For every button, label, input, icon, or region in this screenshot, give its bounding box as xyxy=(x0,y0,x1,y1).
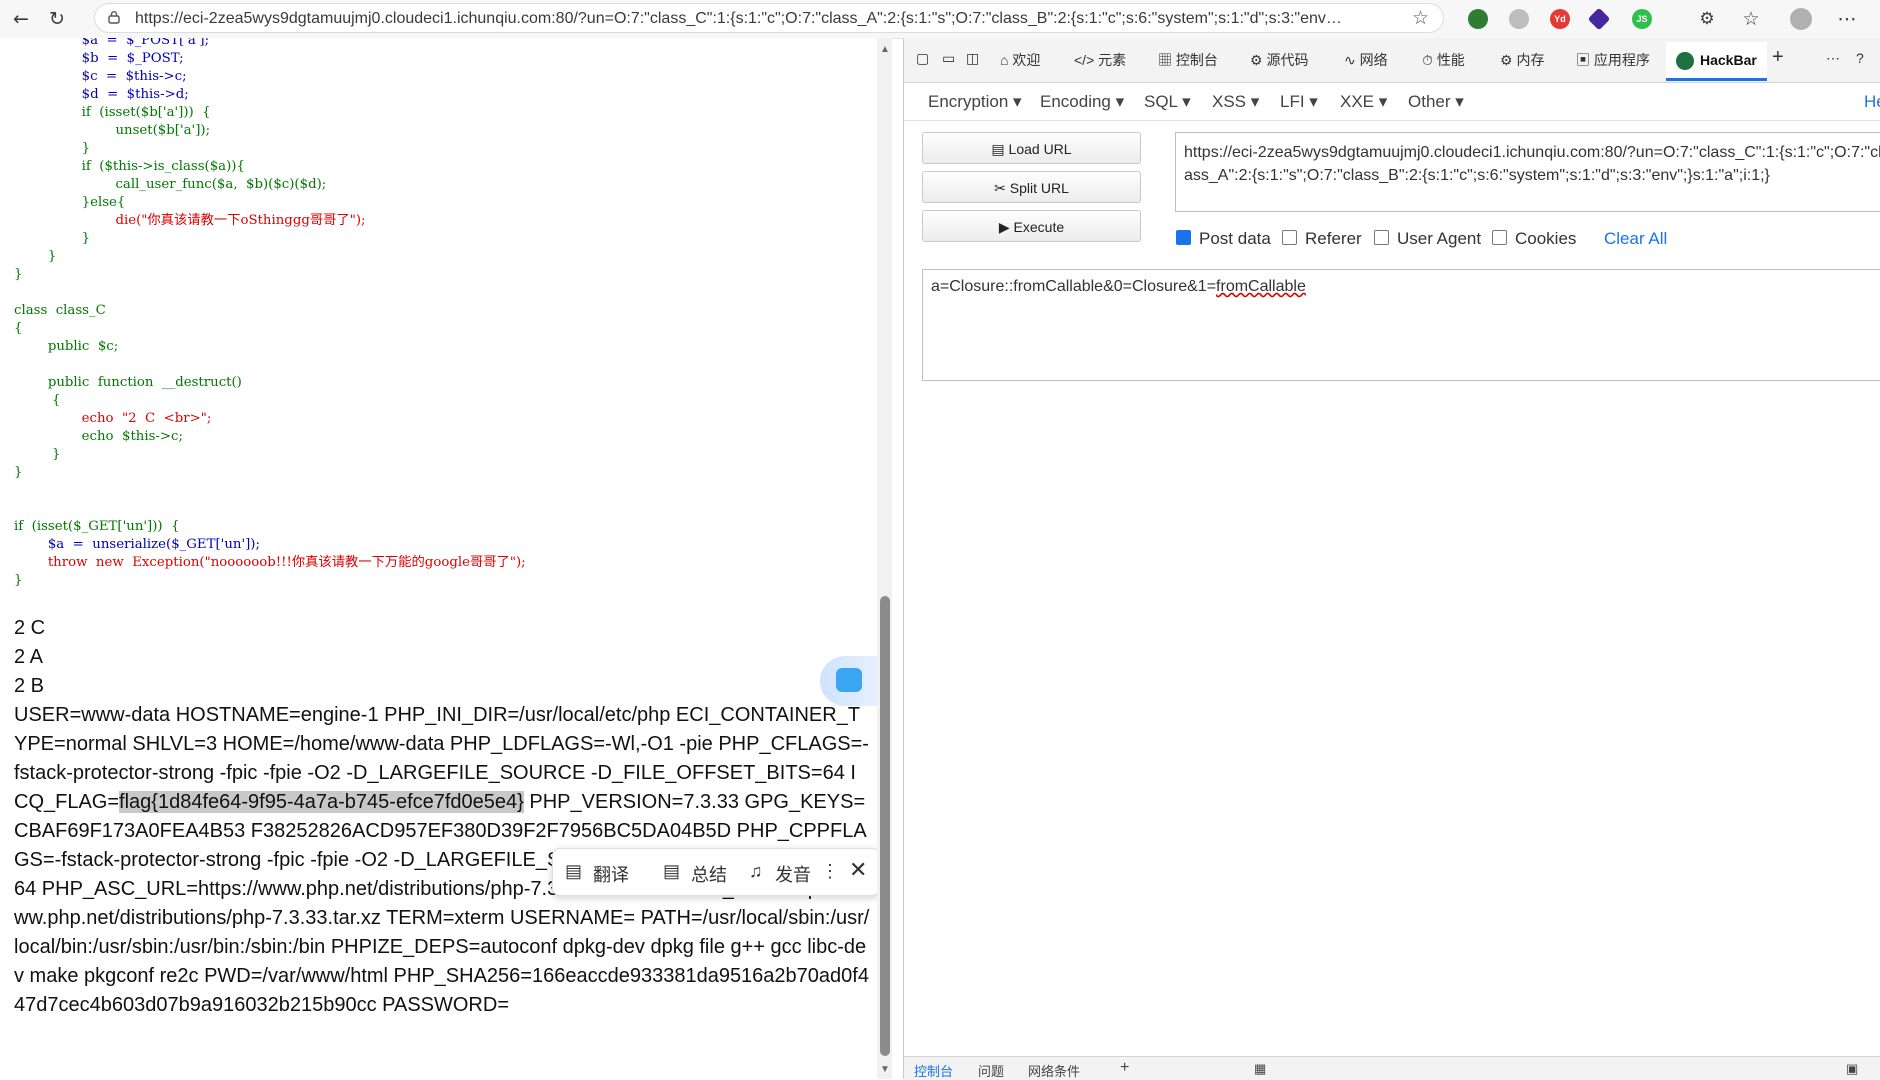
output-line-b: 2 B xyxy=(14,675,45,697)
user-agent-checkbox[interactable]: User Agent xyxy=(1374,229,1481,249)
drawer-tab-network-conditions[interactable]: 网络条件 xyxy=(1028,1061,1080,1080)
env-text-after-flag: PHP_VERSION=7.3.33 GPG_KEYS=CBAF69F173A0… xyxy=(14,791,870,1016)
menu-xss[interactable]: XSS ▾ xyxy=(1212,92,1259,112)
drawer-add-icon[interactable]: + xyxy=(1120,1059,1129,1077)
assistant-face-icon xyxy=(836,668,862,692)
split-url-button[interactable]: ✂ Split URL xyxy=(922,171,1141,203)
menu-xxe[interactable]: XXE ▾ xyxy=(1340,92,1387,112)
tab-network[interactable]: ∿ 网络 xyxy=(1344,50,1388,70)
menu-sql[interactable]: SQL ▾ xyxy=(1144,92,1191,112)
tab-elements[interactable]: </> 元素 xyxy=(1074,50,1126,70)
devtools-panel: ▢ ▭ ◫ ⌂ 欢迎 </> 元素 ▦ 控制台 ⚙ 源代码 ∿ 网络 ⏱ 性能 … xyxy=(903,38,1880,1080)
tab-sources[interactable]: ⚙ 源代码 xyxy=(1250,50,1308,70)
menu-other[interactable]: Other ▾ xyxy=(1408,92,1464,112)
flag-selected-text[interactable]: flag{1d84fe64-9f95-4a7a-b745-efce7fd0e5e… xyxy=(119,791,524,813)
menu-help[interactable]: He xyxy=(1864,92,1880,112)
add-tab-icon[interactable]: + xyxy=(1772,46,1784,69)
extension-green-icon[interactable] xyxy=(1468,9,1488,29)
drawer-tab-issues[interactable]: 问题 xyxy=(978,1061,1004,1080)
extension-gray-icon[interactable] xyxy=(1509,9,1529,29)
extension-diamond-icon[interactable] xyxy=(1587,7,1611,31)
translate-button[interactable]: 翻译 xyxy=(593,861,629,887)
script-output: 2 C 2 A 2 B USER=www-data HOSTNAME=engin… xyxy=(14,614,870,1020)
translate-icon[interactable]: ▤ xyxy=(565,861,582,882)
devtools-drawer-bar: 控制台 问题 网络条件 + ▦ ▣ xyxy=(904,1056,1880,1080)
scroll-down-icon[interactable]: ▼ xyxy=(879,1064,891,1075)
hackbar-logo-icon xyxy=(1676,52,1694,71)
tab-performance[interactable]: ⏱ 性能 xyxy=(1422,50,1465,70)
back-icon[interactable]: ← xyxy=(10,8,32,30)
post-body-text: a=Closure::fromCallable&0=Closure&1= xyxy=(931,278,1217,295)
cookies-checkbox[interactable]: Cookies xyxy=(1492,229,1576,249)
post-body-misspelled: fromCallable xyxy=(1216,278,1306,295)
page-scrollbar-thumb[interactable] xyxy=(880,596,890,1056)
refresh-icon[interactable]: ↻ xyxy=(46,8,68,30)
devtools-more-icon[interactable]: ⋯ xyxy=(1826,50,1840,67)
summarize-icon[interactable]: ▤ xyxy=(663,861,680,882)
referer-checkbox[interactable]: Referer xyxy=(1282,229,1362,249)
site-info-icon[interactable] xyxy=(107,10,121,24)
popup-more-icon[interactable]: ⋮ xyxy=(821,861,839,882)
menu-lfi[interactable]: LFI ▾ xyxy=(1280,92,1318,112)
output-line-a: 2 A xyxy=(14,646,43,668)
sidebar-toggle-icon[interactable]: ◫ xyxy=(966,50,979,67)
speak-icon[interactable]: ♫ xyxy=(749,861,763,882)
tab-application[interactable]: ▣ 应用程序 xyxy=(1576,50,1650,70)
post-data-textarea[interactable]: a=Closure::fromCallable&0=Closure&1=from… xyxy=(922,269,1880,381)
tab-memory[interactable]: ⚙ 内存 xyxy=(1500,50,1544,70)
output-line-c: 2 C xyxy=(14,617,46,639)
drawer-grid-icon[interactable]: ▦ xyxy=(1254,1061,1266,1077)
summarize-button[interactable]: 总结 xyxy=(691,861,727,887)
drawer-dock-icon[interactable]: ▣ xyxy=(1846,1061,1858,1077)
device-toolbar-icon[interactable]: ▭ xyxy=(942,50,955,67)
clear-all-link[interactable]: Clear All xyxy=(1604,229,1667,249)
post-data-checkbox[interactable]: Post data xyxy=(1176,229,1271,249)
browser-toolbar: ← ↻ https://eci-2zea5wys9dgtamuujmj0.clo… xyxy=(0,0,1880,39)
post-data-check-icon[interactable] xyxy=(1176,230,1191,245)
help-icon[interactable]: ? xyxy=(1856,50,1864,66)
favorites-icon[interactable]: ☆ xyxy=(1740,8,1762,30)
selection-popup: ▤ 翻译 ▤ 总结 ♫ 发音 ⋮ ✕ xyxy=(552,848,880,896)
address-url[interactable]: https://eci-2zea5wys9dgtamuujmj0.cloudec… xyxy=(135,10,1385,28)
address-bar[interactable]: https://eci-2zea5wys9dgtamuujmj0.cloudec… xyxy=(94,3,1444,33)
floating-assistant-button[interactable] xyxy=(820,656,878,706)
load-url-button[interactable]: ▤ Load URL xyxy=(922,132,1141,164)
extension-yd-icon[interactable]: Yd xyxy=(1550,9,1570,29)
tab-hackbar[interactable]: HackBar xyxy=(1666,42,1767,81)
menu-encoding[interactable]: Encoding ▾ xyxy=(1040,92,1124,112)
tab-console[interactable]: ▦ 控制台 xyxy=(1158,50,1218,70)
hackbar-url-textarea[interactable]: https://eci-2zea5wys9dgtamuujmj0.cloudec… xyxy=(1175,132,1880,212)
drawer-tab-console[interactable]: 控制台 xyxy=(914,1061,953,1080)
devtools-tab-bar: ▢ ▭ ◫ ⌂ 欢迎 </> 元素 ▦ 控制台 ⚙ 源代码 ∿ 网络 ⏱ 性能 … xyxy=(904,38,1880,83)
php-source-code: $a = $_POST['a']; $b = $_POST; $c = $thi… xyxy=(14,38,526,588)
profile-avatar[interactable] xyxy=(1790,8,1812,30)
inspect-icon[interactable]: ▢ xyxy=(916,50,929,67)
more-menu-icon[interactable]: ⋯ xyxy=(1836,8,1858,30)
menu-encryption[interactable]: Encryption ▾ xyxy=(928,92,1022,112)
popup-close-icon[interactable]: ✕ xyxy=(849,857,867,883)
tab-welcome[interactable]: ⌂ 欢迎 xyxy=(1000,50,1040,70)
favorite-star-icon[interactable]: ☆ xyxy=(1412,7,1429,29)
extensions-puzzle-icon[interactable]: ⚙ xyxy=(1696,8,1718,30)
hackbar-menu: Encryption ▾ Encoding ▾ SQL ▾ XSS ▾ LFI … xyxy=(904,82,1880,121)
speak-button[interactable]: 发音 xyxy=(775,861,811,887)
execute-button[interactable]: ▶ Execute xyxy=(922,210,1141,242)
extension-js-icon[interactable]: JS xyxy=(1632,9,1652,29)
scroll-up-icon[interactable]: ▲ xyxy=(879,44,891,55)
page-viewport: $a = $_POST['a']; $b = $_POST; $c = $thi… xyxy=(0,38,882,1079)
